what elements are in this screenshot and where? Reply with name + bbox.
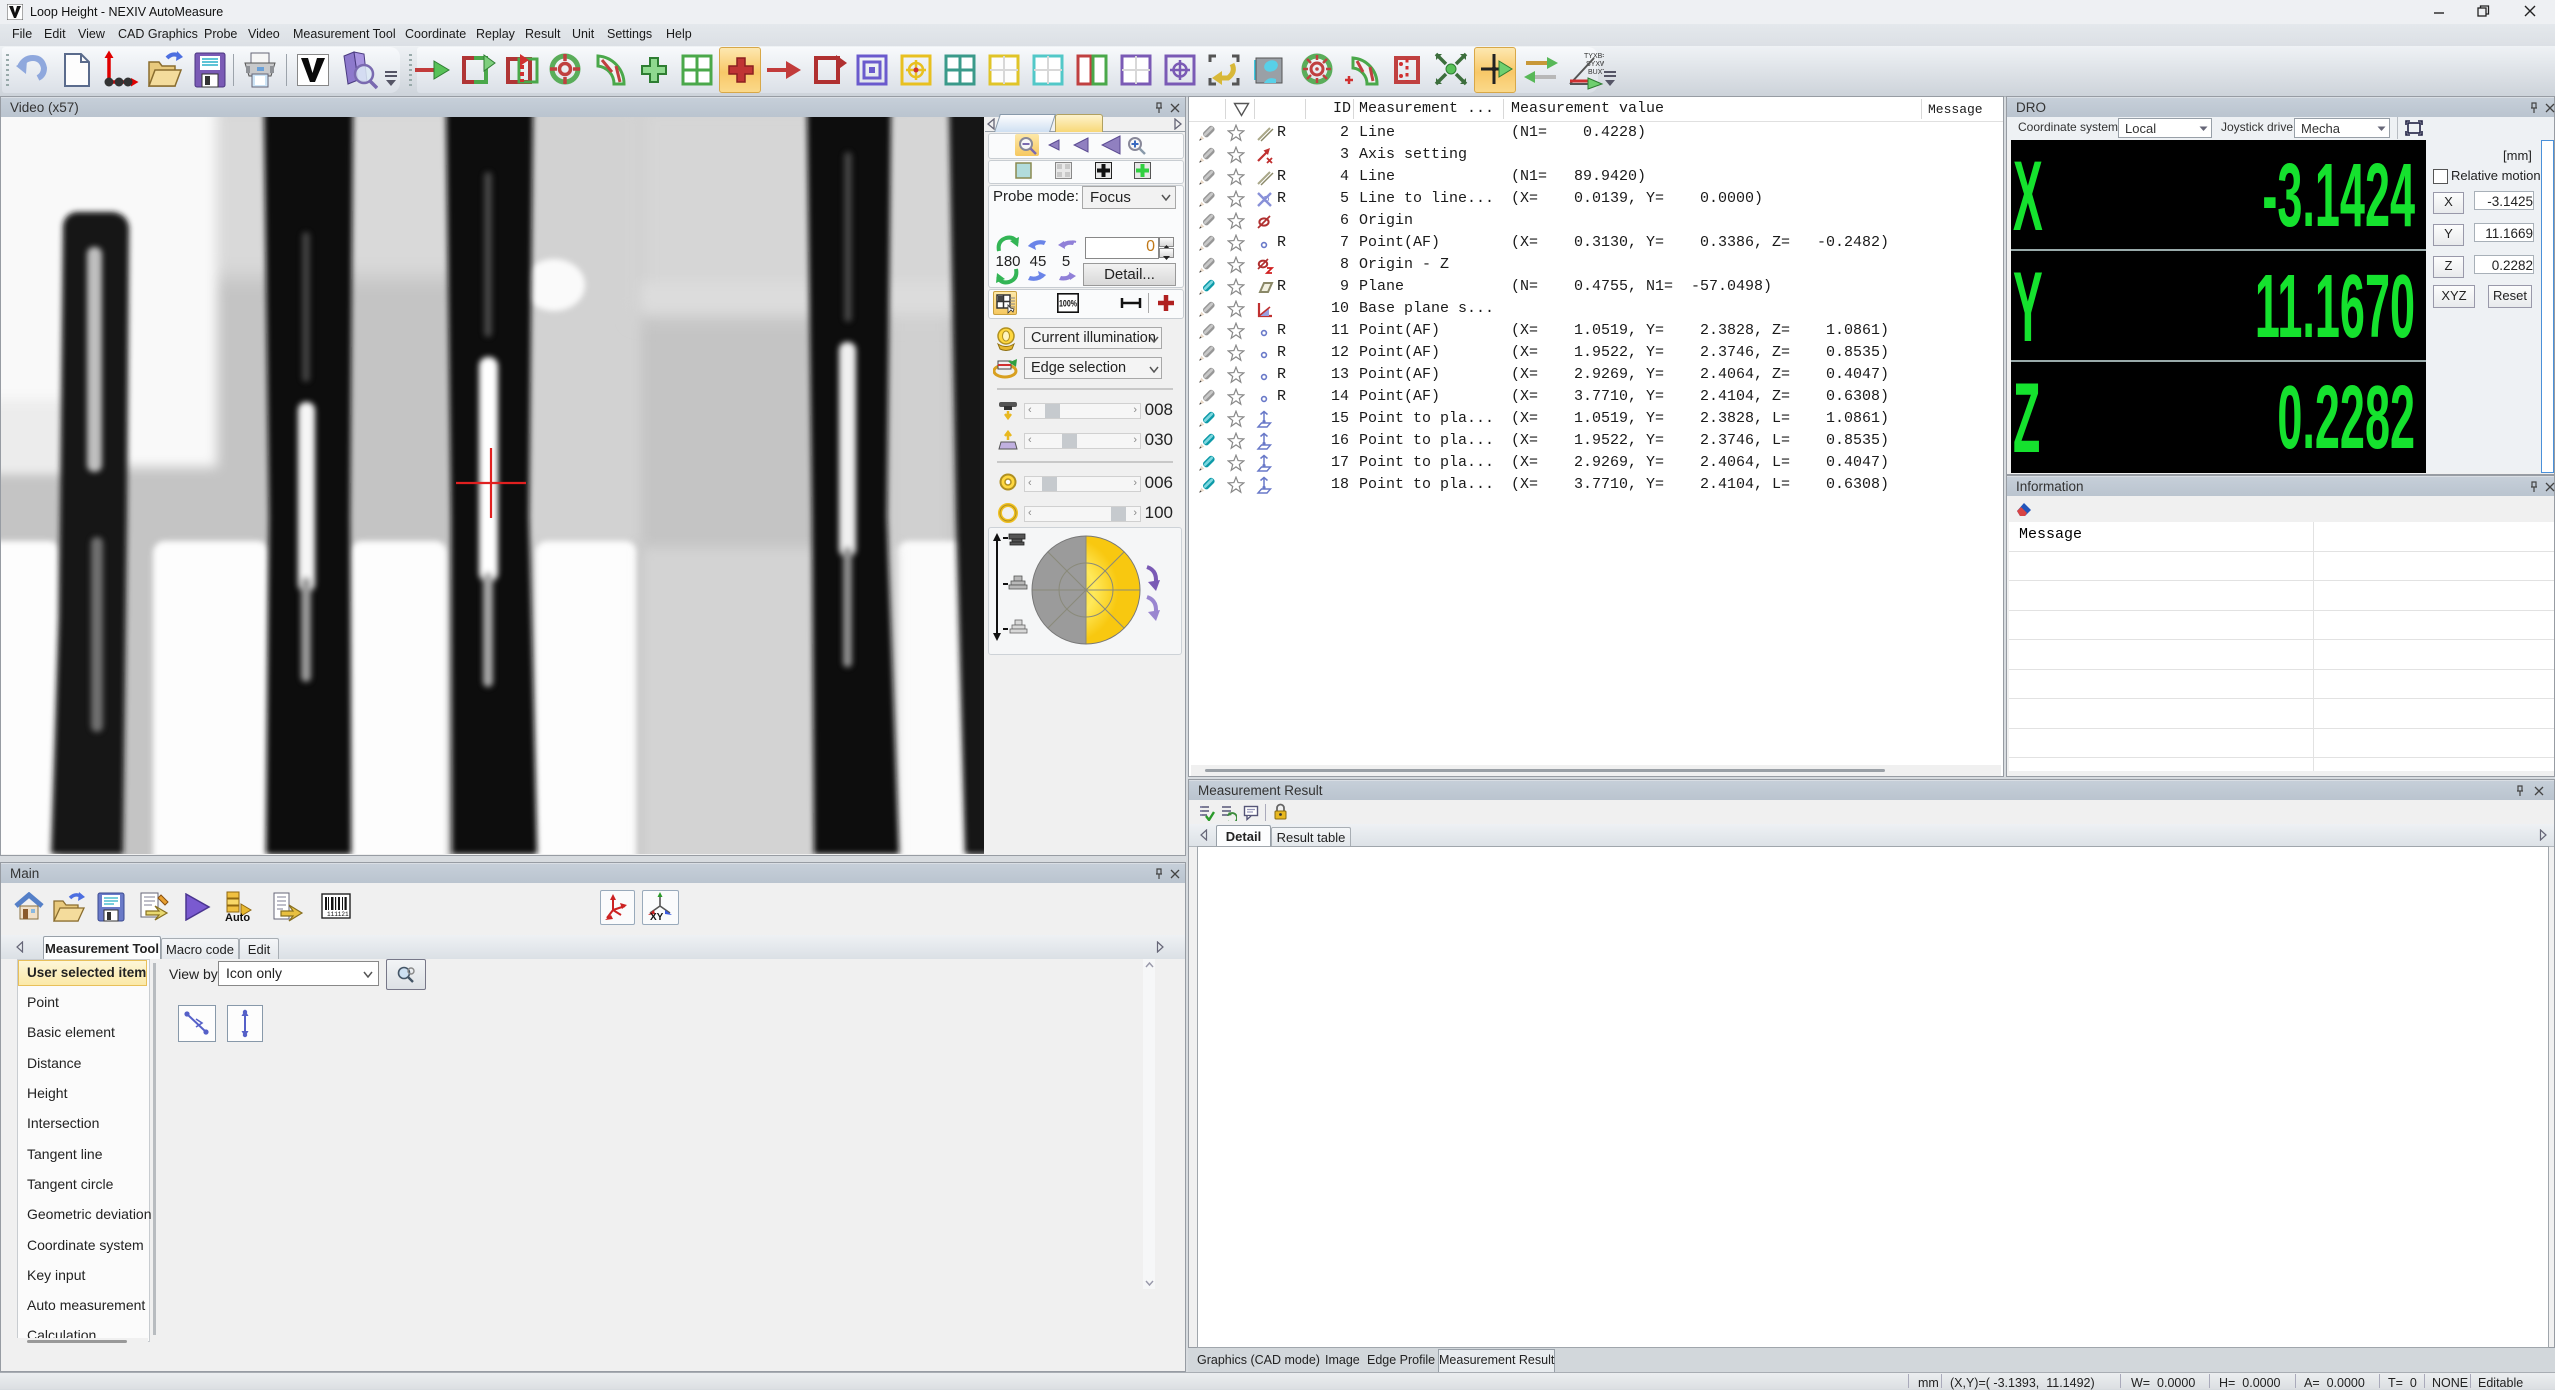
svg-text:Auto: Auto (225, 912, 250, 924)
svg-text:111121: 111121 (327, 911, 349, 918)
svg-text:XY: XY (650, 912, 664, 921)
svg-text:BUXTA: BUXTA (1588, 69, 1604, 76)
svg-text:100%: 100% (1059, 299, 1077, 309)
